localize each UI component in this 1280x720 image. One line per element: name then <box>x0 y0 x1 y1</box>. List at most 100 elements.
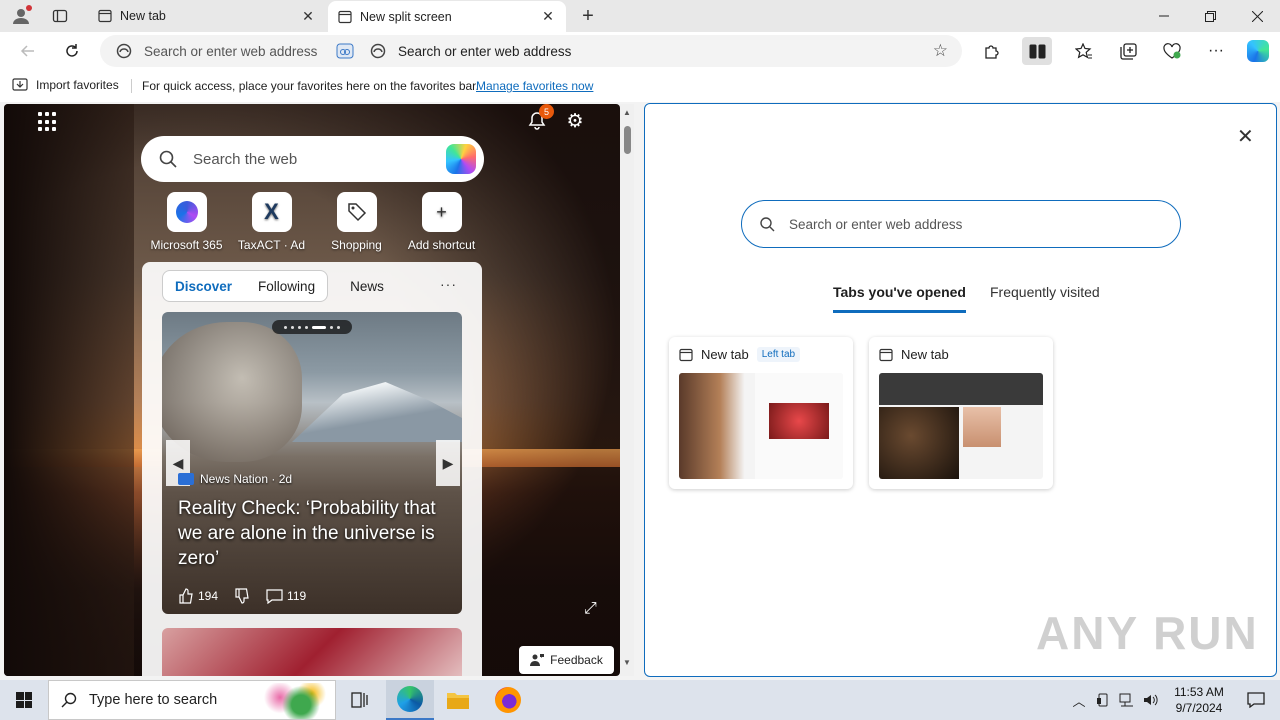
tab-following[interactable]: Following <box>258 279 315 294</box>
split-link-icon[interactable] <box>336 43 354 59</box>
app-launcher-icon[interactable] <box>38 112 58 132</box>
settings-more-button[interactable]: ··· <box>1201 37 1231 65</box>
edge-search-icon <box>370 43 386 59</box>
minimize-icon <box>1159 15 1169 17</box>
gear-icon: ⚙ <box>566 110 584 132</box>
split-screen-icon <box>1029 44 1045 58</box>
anyrun-watermark: ANY RUN <box>1036 607 1259 659</box>
edge-icon <box>397 686 423 712</box>
close-window-button[interactable] <box>1234 0 1280 32</box>
news-feed-panel: Discover Following News ··· ◀ ▶ News Nat… <box>142 262 482 676</box>
tab-new-tab[interactable]: New tab ✕ <box>88 0 326 32</box>
edge-taskbar-button[interactable] <box>386 680 434 720</box>
close-tab-icon[interactable]: ✕ <box>540 8 556 25</box>
edge-search-icon <box>116 43 132 59</box>
split-address-input[interactable]: Search or enter web address <box>741 200 1181 248</box>
scroll-up-icon[interactable]: ▲ <box>623 108 631 117</box>
comment-button[interactable]: 119 <box>266 588 306 604</box>
shortcut-shopping[interactable]: Shopping <box>314 192 399 252</box>
chevron-left-icon: ◀ <box>172 454 184 471</box>
taskbar-search[interactable]: Type here to search <box>48 680 336 720</box>
notifications-button[interactable]: 5 <box>524 104 554 134</box>
file-explorer-button[interactable] <box>434 680 482 720</box>
import-favorites-label: Import favorites <box>36 78 119 92</box>
publisher-logo-icon <box>178 473 194 485</box>
left-pane-scrollbar[interactable]: ▲ ▼ <box>620 104 634 676</box>
show-hidden-icons[interactable]: ︿ <box>1068 680 1090 720</box>
web-search-box[interactable]: Search the web <box>141 136 484 182</box>
card-headline[interactable]: Reality Check: ‘Probability that we are … <box>178 496 448 571</box>
puzzle-icon <box>984 44 999 59</box>
restore-button[interactable] <box>1187 0 1233 32</box>
carousel-next-button[interactable]: ▶ <box>436 440 460 486</box>
feedback-button[interactable]: Feedback <box>519 646 614 674</box>
windows-logo-icon <box>16 692 32 708</box>
shortcut-add[interactable]: + Add shortcut <box>399 192 484 252</box>
manage-favorites-link[interactable]: Manage favorites now <box>476 79 593 93</box>
opened-tab-card[interactable]: New tab Left tab <box>669 337 853 489</box>
shortcut-microsoft-365[interactable]: Microsoft 365 <box>144 192 229 252</box>
favorites-button[interactable] <box>1069 37 1099 65</box>
thumbs-down-icon <box>235 588 249 604</box>
extensions-button[interactable] <box>976 37 1006 65</box>
tab-tabs-opened[interactable]: Tabs you've opened <box>833 284 966 313</box>
tray-device-icon[interactable] <box>1092 680 1114 720</box>
volume-icon[interactable] <box>1140 680 1162 720</box>
browser-essentials-button[interactable] <box>1157 37 1187 65</box>
firefox-button[interactable] <box>484 680 532 720</box>
new-tab-plus-icon[interactable]: + <box>576 4 600 28</box>
search-icon <box>159 150 177 168</box>
taxact-icon: X <box>251 192 292 232</box>
notification-badge: 5 <box>539 104 554 119</box>
scrollbar-thumb[interactable] <box>624 126 631 154</box>
system-clock[interactable]: 11:53 AM 9/7/2024 <box>1160 684 1238 716</box>
preview-photo <box>963 407 1001 447</box>
tab-actions-icon <box>52 9 68 23</box>
comment-count: 119 <box>287 589 307 603</box>
copilot-search-icon[interactable] <box>446 144 476 174</box>
scroll-down-icon[interactable]: ▼ <box>623 658 631 667</box>
tab-preview-image <box>679 373 843 479</box>
restore-icon <box>1204 10 1216 22</box>
favorites-bar: Import favorites For quick access, place… <box>0 70 1280 102</box>
back-button[interactable] <box>14 37 42 65</box>
start-button[interactable] <box>0 680 48 720</box>
profile-button[interactable] <box>8 4 34 28</box>
dislike-button[interactable] <box>234 588 250 604</box>
task-view-button[interactable] <box>336 680 384 720</box>
news-card-2[interactable] <box>162 628 462 676</box>
minimize-button[interactable] <box>1141 0 1187 32</box>
feed-more-icon[interactable]: ··· <box>440 276 457 292</box>
address-bar[interactable]: Search or enter web address Search or en… <box>100 35 962 67</box>
opened-tab-title: New tab <box>901 347 949 362</box>
search-icon <box>760 216 775 231</box>
page-settings-button[interactable]: ⚙ <box>562 108 588 134</box>
shortcut-taxact[interactable]: X TaxACT · Ad <box>229 192 314 252</box>
tab-discover[interactable]: Discover <box>175 279 232 294</box>
copilot-button[interactable] <box>1243 37 1273 65</box>
shortcut-label: Shopping <box>331 238 382 252</box>
tab-frequently-visited[interactable]: Frequently visited <box>990 284 1100 313</box>
opened-tab-card[interactable]: New tab <box>869 337 1053 489</box>
favorite-star-icon[interactable]: ☆ <box>933 41 948 61</box>
news-card[interactable]: ◀ ▶ News Nation · 2d Reality Check: ‘Pro… <box>162 312 462 614</box>
network-icon[interactable] <box>1116 680 1138 720</box>
close-split-icon[interactable]: ✕ <box>1237 124 1254 149</box>
collections-button[interactable] <box>1113 37 1143 65</box>
like-button[interactable]: 194 <box>178 588 218 604</box>
left-address-placeholder: Search or enter web address <box>144 43 318 59</box>
refresh-button[interactable] <box>58 37 86 65</box>
close-tab-icon[interactable]: ✕ <box>300 8 316 24</box>
tab-news[interactable]: News <box>350 279 384 294</box>
import-favorites-button[interactable]: Import favorites <box>12 78 119 92</box>
comment-icon <box>266 589 283 604</box>
left-address-segment[interactable]: Search or enter web address <box>100 35 362 67</box>
action-center-button[interactable] <box>1232 680 1280 720</box>
expand-icon[interactable]: ⤢ <box>584 600 597 618</box>
divider <box>131 79 132 93</box>
opened-tab-header: New tab Left tab <box>679 347 801 362</box>
right-address-segment[interactable]: Search or enter web address <box>370 35 571 67</box>
tab-actions-button[interactable] <box>46 4 74 28</box>
split-screen-button[interactable] <box>1022 37 1052 65</box>
tab-new-split-screen[interactable]: New split screen ✕ <box>328 1 566 32</box>
